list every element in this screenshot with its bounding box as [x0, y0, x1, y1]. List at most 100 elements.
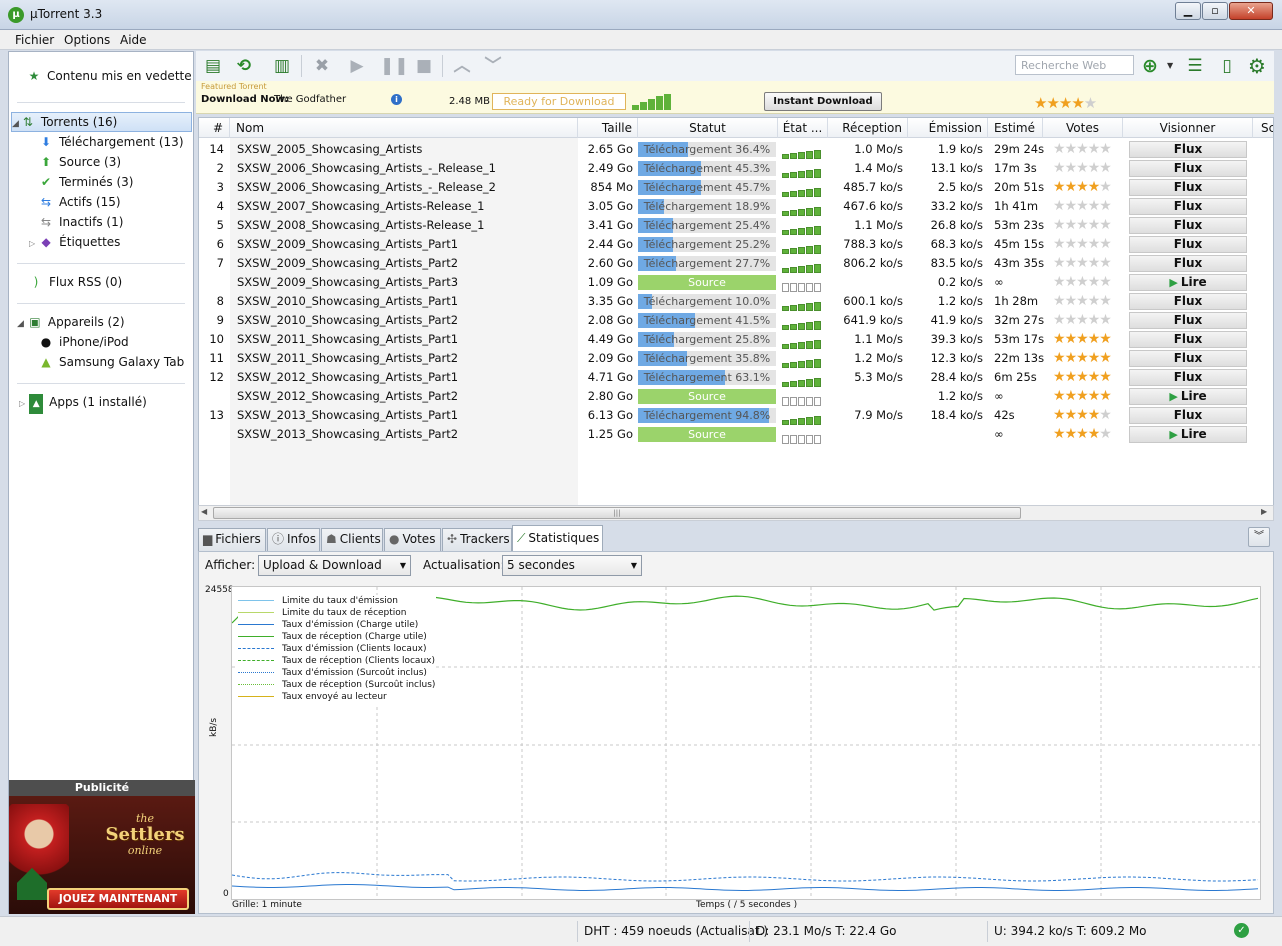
vote-stars[interactable]: ★★★★★ — [1053, 425, 1123, 444]
play-button[interactable]: ▶ Lire — [1129, 426, 1247, 443]
show-select[interactable]: Upload & Download ▼ — [258, 555, 411, 576]
move-up-icon[interactable]: ︿ — [451, 55, 473, 77]
vote-stars[interactable]: ★★★★★ — [1053, 273, 1123, 292]
tab-files[interactable]: ▆ Fichiers — [198, 528, 266, 551]
vote-stars[interactable]: ★★★★★ — [1053, 349, 1123, 368]
horizontal-scrollbar[interactable]: ◀ ||| ▶ — [198, 505, 1274, 521]
minimize-icon[interactable]: ▁ — [1175, 2, 1201, 20]
sidebar-item-inactive[interactable]: ⇆ Inactifs (1) — [39, 212, 223, 232]
table-row[interactable]: 2 SXSW_2006_Showcasing_Artists_-_Release_… — [199, 159, 1273, 178]
gear-icon[interactable]: ⚙ — [1246, 55, 1268, 77]
table-row[interactable]: 4 SXSW_2007_Showcasing_Artists-Release_1 3… — [199, 197, 1273, 216]
stop-icon[interactable]: ■ — [413, 55, 435, 77]
stream-button[interactable]: Flux — [1129, 369, 1247, 386]
sidebar-item-iphone[interactable]: ● iPhone/iPod — [39, 332, 223, 352]
table-row[interactable]: SXSW_2012_Showcasing_Artists_Part2 2.80 G… — [199, 387, 1273, 406]
sidebar-item-devices[interactable]: ◢ ▣ Appareils (2) — [17, 312, 201, 332]
vote-stars[interactable]: ★★★★★ — [1053, 406, 1123, 425]
collapsed-arrow-icon[interactable]: ▷ — [29, 239, 35, 248]
tab-votes[interactable]: ● Votes — [384, 528, 441, 551]
sidebar-item-torrents[interactable]: ◢ ⇅ Torrents (16) — [11, 112, 192, 132]
search-engine-globe-icon[interactable]: ⊕ — [1139, 55, 1161, 77]
sidebar-item-apps[interactable]: ▷ ▲ Apps (1 installé) — [19, 392, 203, 414]
add-url-icon[interactable]: ⟲ — [233, 55, 255, 77]
sidebar-item-downloading[interactable]: ⬇ Téléchargement (13) — [39, 132, 223, 152]
pause-icon[interactable]: ❚❚ — [380, 55, 409, 77]
stream-button[interactable]: Flux — [1129, 198, 1247, 215]
sidebar-item-galaxy-tab[interactable]: ▲ Samsung Galaxy Tab — [39, 352, 223, 372]
stream-button[interactable]: Flux — [1129, 312, 1247, 329]
stream-button[interactable]: Flux — [1129, 331, 1247, 348]
tab-peers[interactable]: ☗ Clients — [321, 528, 383, 551]
column-header-play[interactable]: Visionner — [1123, 118, 1253, 138]
stream-button[interactable]: Flux — [1129, 160, 1247, 177]
vote-stars[interactable]: ★★★★★ — [1053, 292, 1123, 311]
column-header-upload-speed[interactable]: Émission — [908, 118, 988, 138]
collapse-panel-icon[interactable]: ︾ — [1248, 527, 1270, 547]
column-header-status[interactable]: Statut — [638, 118, 778, 138]
vote-stars[interactable]: ★★★★★ — [1053, 197, 1123, 216]
stream-button[interactable]: Flux — [1129, 217, 1247, 234]
instant-download-button[interactable]: Instant Download — [764, 92, 882, 111]
tab-info[interactable]: ⓘ Infos — [267, 528, 320, 551]
play-button[interactable]: ▶ Lire — [1129, 274, 1247, 291]
list-view-icon[interactable]: ☰ — [1184, 55, 1206, 77]
stream-button[interactable]: Flux — [1129, 255, 1247, 272]
vote-stars[interactable]: ★★★★★ — [1053, 159, 1123, 178]
stream-button[interactable]: Flux — [1129, 407, 1247, 424]
add-torrent-icon[interactable]: ▤ — [202, 55, 224, 77]
table-row[interactable]: 12 SXSW_2012_Showcasing_Artists_Part1 4.71… — [199, 368, 1273, 387]
column-header-health[interactable]: État ... — [778, 118, 828, 138]
table-row[interactable]: 11 SXSW_2011_Showcasing_Artists_Part2 2.09… — [199, 349, 1273, 368]
expand-icon[interactable]: ◢ — [12, 119, 19, 129]
tab-statistics[interactable]: ⟋ Statistiques — [512, 525, 603, 551]
column-header-name[interactable]: Nom — [230, 118, 578, 138]
table-row[interactable]: SXSW_2013_Showcasing_Artists_Part2 1.25 G… — [199, 425, 1273, 444]
sidebar-item-seeding[interactable]: ⬆ Source (3) — [39, 152, 223, 172]
scroll-thumb[interactable]: ||| — [213, 507, 1021, 519]
chevron-down-icon[interactable]: ▼ — [1167, 61, 1173, 70]
vote-stars[interactable]: ★★★★★ — [1053, 387, 1123, 406]
stream-button[interactable]: Flux — [1129, 350, 1247, 367]
sidebar-item-active[interactable]: ⇆ Actifs (15) — [39, 192, 223, 212]
table-row[interactable]: 7 SXSW_2009_Showcasing_Artists_Part2 2.60 … — [199, 254, 1273, 273]
sidebar-item-completed[interactable]: ✔ Terminés (3) — [39, 172, 223, 192]
table-row[interactable]: 6 SXSW_2009_Showcasing_Artists_Part1 2.44 … — [199, 235, 1273, 254]
tab-trackers[interactable]: ✣ Trackers — [442, 528, 512, 551]
collapsed-arrow-icon[interactable]: ▷ — [19, 399, 25, 408]
advertisement[interactable]: the Settlers online JOUEZ MAINTENANT — [9, 796, 195, 914]
vote-stars[interactable]: ★★★★★ — [1053, 140, 1123, 159]
featured-title[interactable]: The Godfather — [274, 94, 346, 105]
maximize-icon[interactable]: ▫ — [1202, 2, 1228, 20]
sidebar-item-rss[interactable]: ) Flux RSS (0) — [29, 272, 213, 292]
title-bar[interactable]: µ µTorrent 3.3 ▁ ▫ ✕ — [0, 0, 1282, 30]
stream-button[interactable]: Flux — [1129, 141, 1247, 158]
torrent-list[interactable]: # Nom Taille Statut État ... Réception É… — [198, 117, 1274, 507]
refresh-select[interactable]: 5 secondes ▼ — [502, 555, 642, 576]
table-row[interactable]: 14 SXSW_2005_Showcasing_Artists 2.65 Go Tél… — [199, 140, 1273, 159]
stream-button[interactable]: Flux — [1129, 293, 1247, 310]
scroll-left-icon[interactable]: ◀ — [201, 507, 207, 516]
info-icon[interactable]: i — [391, 94, 402, 105]
scroll-right-icon[interactable]: ▶ — [1261, 507, 1267, 516]
table-row[interactable]: 5 SXSW_2008_Showcasing_Artists-Release_1 3… — [199, 216, 1273, 235]
column-header-eta[interactable]: Estimé — [988, 118, 1043, 138]
move-down-icon[interactable]: ﹀ — [482, 55, 504, 77]
sidebar-item-featured[interactable]: ★ Contenu mis en vedette — [27, 66, 211, 86]
vote-stars[interactable]: ★★★★★ — [1053, 235, 1123, 254]
table-row[interactable]: SXSW_2009_Showcasing_Artists_Part3 1.09 G… — [199, 273, 1273, 292]
expand-icon[interactable]: ◢ — [17, 319, 24, 329]
vote-stars[interactable]: ★★★★★ — [1053, 216, 1123, 235]
stream-button[interactable]: Flux — [1129, 179, 1247, 196]
table-row[interactable]: 3 SXSW_2006_Showcasing_Artists_-_Release_… — [199, 178, 1273, 197]
vote-stars[interactable]: ★★★★★ — [1053, 330, 1123, 349]
vote-stars[interactable]: ★★★★★ — [1053, 178, 1123, 197]
column-header-score[interactable]: Sc — [1253, 118, 1273, 138]
stream-button[interactable]: Flux — [1129, 236, 1247, 253]
dht-status[interactable]: DHT : 459 noeuds (Actualisat.) — [577, 921, 768, 942]
table-row[interactable]: 9 SXSW_2010_Showcasing_Artists_Part2 2.08 … — [199, 311, 1273, 330]
vote-stars[interactable]: ★★★★★ — [1053, 254, 1123, 273]
table-row[interactable]: 8 SXSW_2010_Showcasing_Artists_Part1 3.35 … — [199, 292, 1273, 311]
menu-help[interactable]: Aide — [120, 33, 147, 47]
play-button[interactable]: ▶ Lire — [1129, 388, 1247, 405]
